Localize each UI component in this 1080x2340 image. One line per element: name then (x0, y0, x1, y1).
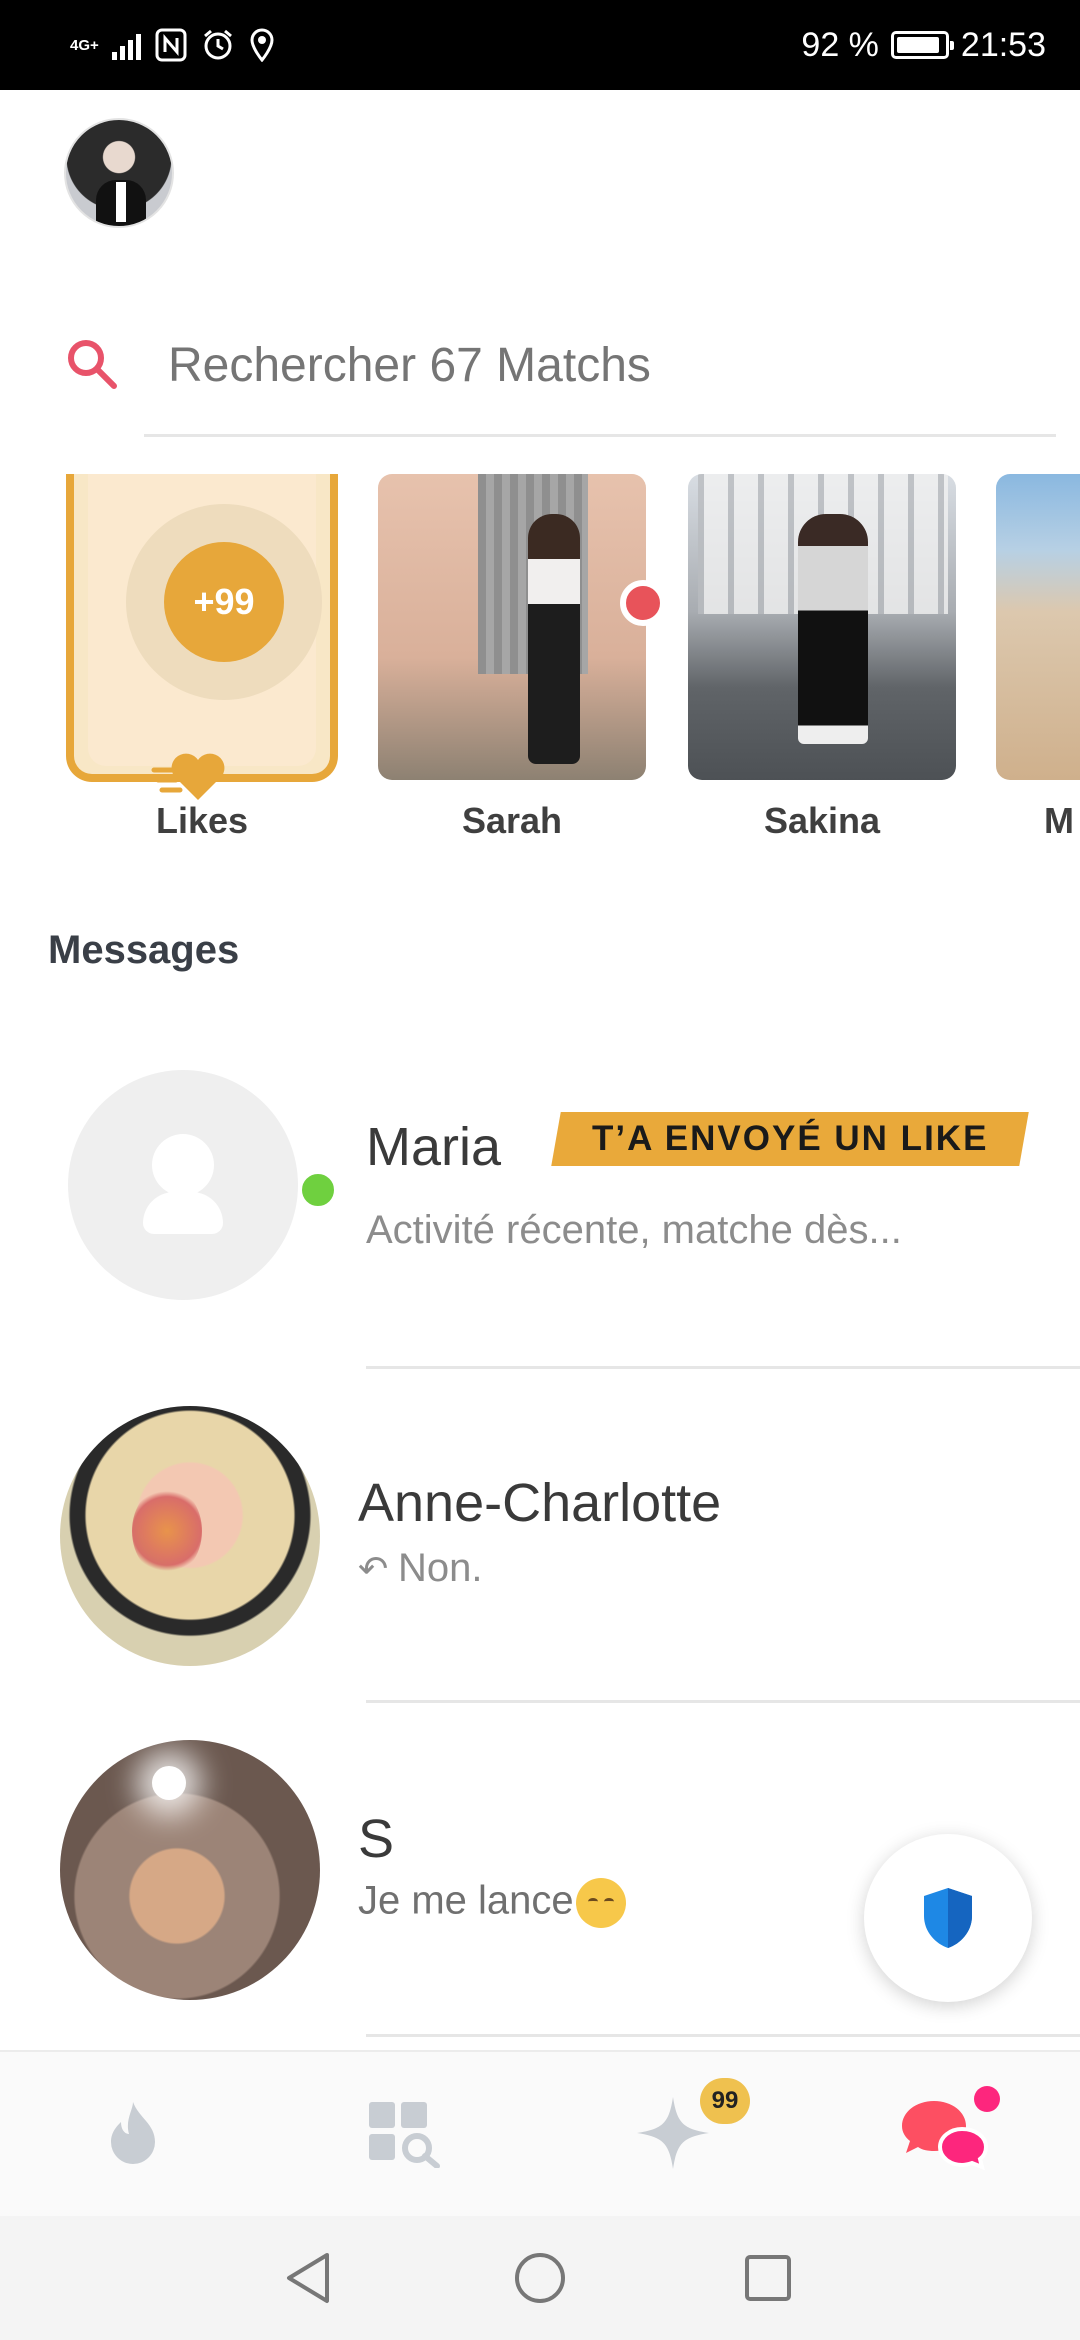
alarm-icon (204, 29, 232, 60)
likes-label: Likes (155, 800, 249, 841)
match-card-m[interactable] (996, 474, 1080, 780)
search-icon[interactable] (64, 336, 120, 392)
recents-square-icon (745, 2255, 791, 2301)
search-underline (144, 434, 1056, 437)
message-preview: Activité récente, matche dès... (366, 1208, 902, 1252)
gold-count-badge: 99 (700, 2078, 750, 2124)
explore-icon (369, 2102, 440, 2168)
network-type: 4G+ (70, 36, 99, 54)
system-nav (0, 2216, 1080, 2340)
bottom-nav (0, 2050, 1080, 2216)
safety-shield-button[interactable] (864, 1834, 1032, 2002)
nav-explore[interactable] (358, 2088, 448, 2178)
home-circle-icon (515, 2253, 565, 2303)
relieved-face-emoji (575, 1878, 626, 1928)
system-recents-button[interactable] (736, 2246, 800, 2310)
messages-notification-dot (974, 2086, 1000, 2112)
sent-like-badge-text: T’A ENVOYÉ UN LIKE (591, 1119, 989, 1158)
message-name: S (358, 1809, 395, 1869)
avatar (60, 1406, 320, 1666)
system-home-button[interactable] (508, 2246, 572, 2310)
online-indicator (298, 1170, 338, 1210)
avatar-placeholder (68, 1070, 298, 1300)
system-back-button[interactable] (276, 2246, 340, 2310)
message-row-maria[interactable]: Maria Activité récente, matche dès... (0, 1050, 1080, 1380)
message-preview: Je me lance (358, 1878, 574, 1923)
sent-like-badge: T’A ENVOYÉ UN LIKE (551, 1112, 1029, 1166)
shield-icon (924, 1888, 972, 1948)
message-row-anne-charlotte[interactable]: Anne-Charlotte ↶ Non. (0, 1390, 1080, 1720)
status-left: 4G+ (70, 22, 275, 68)
reply-arrow-icon: ↶ (358, 1548, 389, 1589)
match-name-sarah: Sarah (461, 800, 563, 841)
signal-icon (112, 30, 141, 60)
divider (366, 1366, 1080, 1369)
heart-icon (151, 753, 225, 800)
location-icon (250, 28, 274, 62)
match-name-m: M (1044, 800, 1074, 841)
back-triangle-icon (287, 2253, 329, 2303)
status-bar: 4G+ 92 % 21:53 (0, 0, 1080, 90)
status-right: 92 % 21:53 (801, 22, 1046, 68)
nfc-icon (155, 28, 187, 62)
match-card-sakina[interactable] (688, 474, 956, 780)
messages-title: Messages (48, 928, 240, 972)
clock: 21:53 (960, 25, 1046, 64)
avatar (60, 1740, 320, 2000)
battery-percent: 92 % (801, 25, 879, 64)
match-card-sarah[interactable] (378, 474, 646, 780)
likes-count: +99 (164, 542, 284, 662)
message-name: Anne-Charlotte (358, 1473, 722, 1533)
divider (366, 1700, 1080, 1703)
message-name: Maria (366, 1117, 502, 1177)
flame-icon (111, 2102, 155, 2164)
battery-icon (890, 31, 954, 59)
message-preview-wrap: ↶ Non. (358, 1546, 483, 1591)
message-preview-wrap: Je me lance (358, 1878, 626, 1928)
match-name-sakina: Sakina (763, 800, 881, 841)
likes-card[interactable]: +99 (66, 474, 338, 782)
search-input[interactable] (168, 330, 1048, 400)
message-preview: Non. (398, 1546, 483, 1590)
divider (366, 2034, 1080, 2037)
nav-swipe[interactable] (88, 2088, 178, 2178)
profile-avatar[interactable] (64, 118, 174, 228)
new-match-dot (620, 580, 666, 626)
